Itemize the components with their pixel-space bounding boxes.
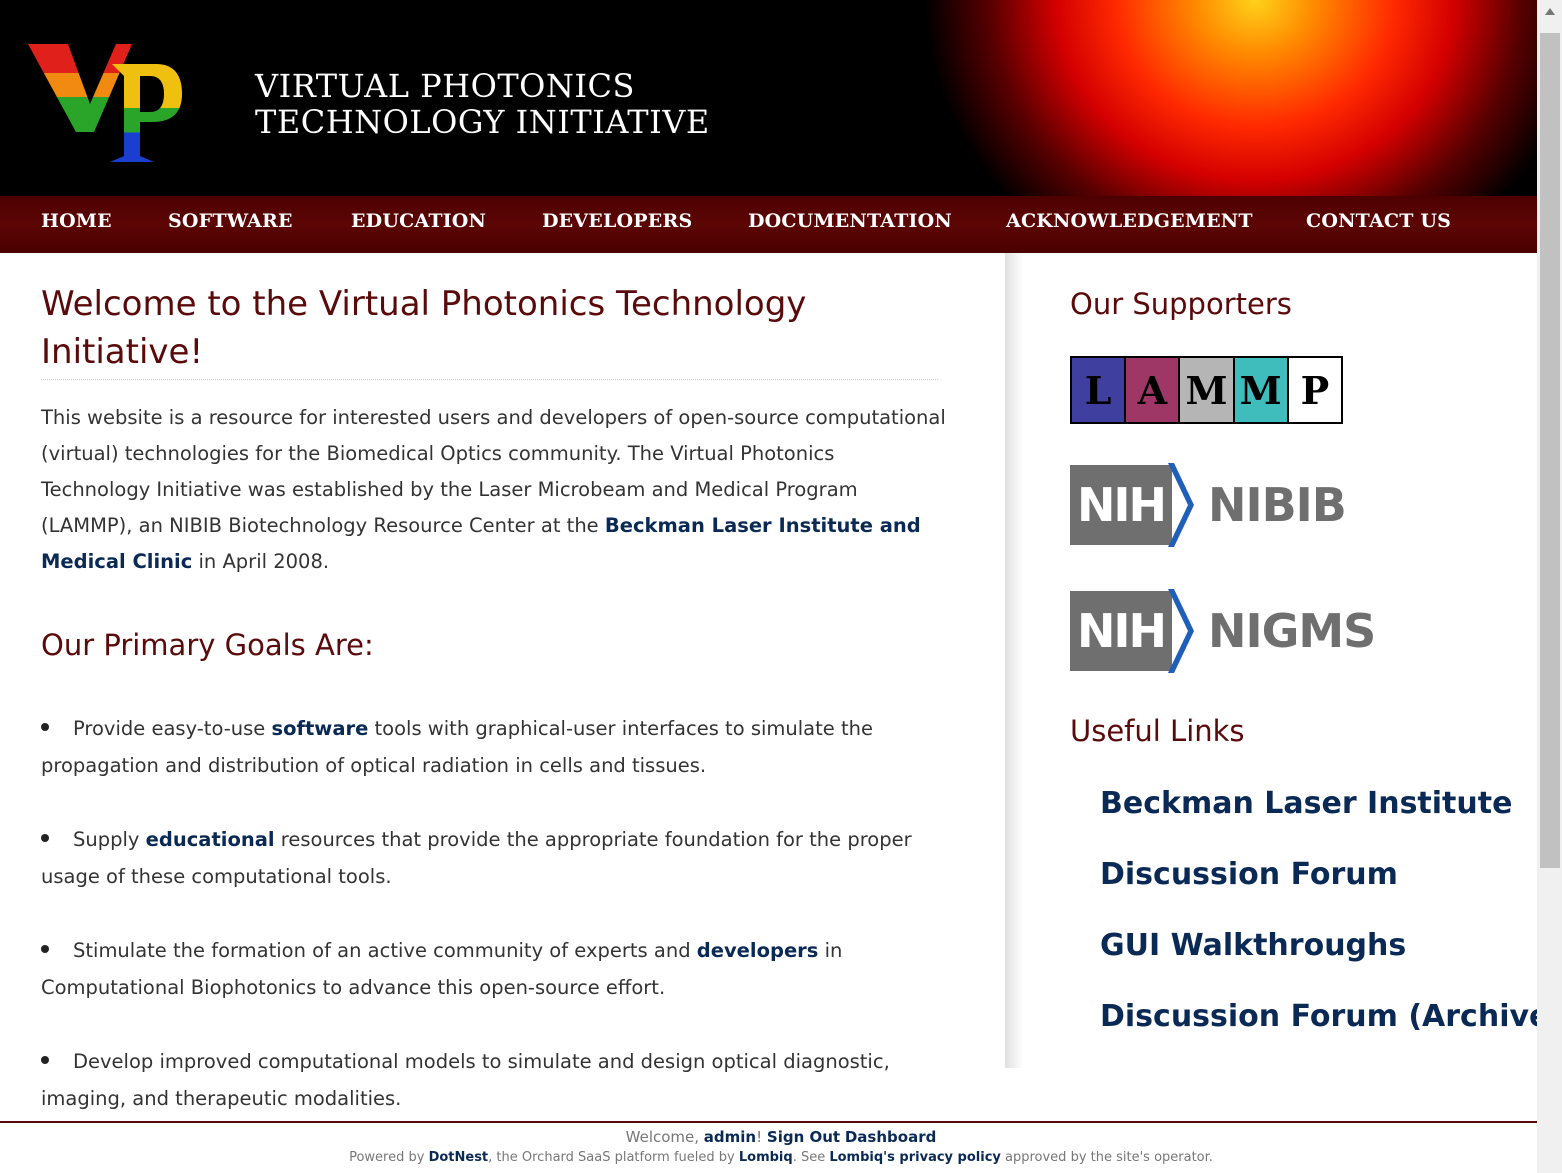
bullet-icon	[41, 833, 49, 842]
link-beckman-laser-institute[interactable]: Beckman Laser Institute	[1100, 786, 1512, 821]
goal-item: Stimulate the formation of an active com…	[41, 932, 921, 1006]
site-title[interactable]: VIRTUAL PHOTONICS TECHNOLOGY INITIATIVE	[255, 68, 710, 140]
main-navigation: HOME SOFTWARE EDUCATION DEVELOPERS DOCUM…	[0, 196, 1537, 253]
nav-contact-us[interactable]: CONTACT US	[1306, 210, 1451, 232]
approved-text: approved by the site's operator.	[1000, 1150, 1213, 1165]
nibib-text: NIBIB	[1208, 478, 1347, 532]
nih-nibib-logo[interactable]: NIH NIBIB	[1070, 463, 1347, 547]
link-discussion-forum-archive[interactable]: Discussion Forum (Archive)	[1100, 999, 1562, 1034]
lammp-letter: P	[1288, 358, 1342, 422]
lammp-letter: L	[1072, 358, 1127, 422]
goal-text: Stimulate the formation of an active com…	[73, 939, 697, 962]
developers-link[interactable]: developers	[697, 939, 819, 962]
lammp-letter: M	[1234, 358, 1289, 422]
powered-text: Powered by	[349, 1150, 429, 1165]
footer-divider	[0, 1121, 1537, 1123]
intro-text-end: in April 2008.	[192, 550, 330, 573]
nav-education[interactable]: EDUCATION	[351, 210, 486, 232]
nav-documentation[interactable]: DOCUMENTATION	[748, 210, 952, 232]
bullet-icon	[41, 722, 49, 731]
nav-home[interactable]: HOME	[41, 210, 112, 232]
scroll-up-icon[interactable]	[1545, 8, 1555, 15]
nih-nigms-logo[interactable]: NIH NIGMS	[1070, 589, 1376, 673]
intro-paragraph: This website is a resource for intereste…	[41, 400, 946, 580]
goal-item: Provide easy-to-use software tools with …	[41, 710, 921, 784]
sign-out-link[interactable]: Sign Out	[767, 1128, 840, 1146]
goal-item: Supply educational resources that provid…	[41, 821, 921, 895]
header-glow	[0, 0, 1537, 196]
goal-item: Develop improved computational models to…	[41, 1043, 921, 1117]
title-divider	[41, 379, 938, 380]
scrollbar-thumb[interactable]	[1540, 33, 1560, 868]
bullet-icon	[41, 1055, 49, 1064]
link-discussion-forum[interactable]: Discussion Forum	[1100, 857, 1398, 892]
lammp-letter: A	[1126, 358, 1181, 422]
dashboard-link[interactable]: Dashboard	[845, 1128, 936, 1146]
useful-links-heading: Useful Links	[1070, 714, 1245, 748]
supporters-heading: Our Supporters	[1070, 287, 1292, 321]
bullet-icon	[41, 944, 49, 953]
footer-user-bar: Welcome, admin! Sign Out Dashboard	[0, 1128, 1562, 1146]
site-header: VIRTUAL PHOTONICS TECHNOLOGY INITIATIVE	[0, 0, 1537, 196]
sidebar: Our Supporters L A M M P NIH NIBIB NIH N…	[1008, 253, 1562, 1122]
main-content: Welcome to the Virtual Photonics Technol…	[41, 280, 946, 376]
goal-text: Provide easy-to-use	[73, 717, 272, 740]
nav-software[interactable]: SOFTWARE	[168, 210, 293, 232]
lammp-letter: M	[1180, 358, 1235, 422]
lammp-logo[interactable]: L A M M P	[1070, 356, 1343, 424]
nih-chevron-icon	[1168, 589, 1194, 673]
nigms-text: NIGMS	[1208, 604, 1376, 658]
user-link[interactable]: admin	[704, 1128, 756, 1146]
goals-heading: Our Primary Goals Are:	[41, 628, 374, 662]
goal-text: Supply	[73, 828, 146, 851]
vp-logo[interactable]	[28, 36, 188, 168]
privacy-policy-link[interactable]: Lombiq's privacy policy	[829, 1150, 1001, 1165]
powered-mid-text: , the Orchard SaaS platform fueled by	[488, 1150, 739, 1165]
page-title: Welcome to the Virtual Photonics Technol…	[41, 284, 807, 372]
nih-badge: NIH	[1070, 591, 1172, 671]
software-link[interactable]: software	[272, 717, 369, 740]
nih-chevron-icon	[1168, 463, 1194, 547]
educational-link[interactable]: educational	[146, 828, 275, 851]
nih-badge: NIH	[1070, 465, 1172, 545]
dotnest-link[interactable]: DotNest	[429, 1150, 489, 1165]
site-title-line2: TECHNOLOGY INITIATIVE	[255, 103, 710, 141]
site-title-line1: VIRTUAL PHOTONICS	[255, 67, 635, 105]
nav-acknowledgement[interactable]: ACKNOWLEDGEMENT	[1006, 210, 1253, 232]
footer-powered-by: Powered by DotNest, the Orchard SaaS pla…	[0, 1150, 1562, 1165]
link-gui-walkthroughs[interactable]: GUI Walkthroughs	[1100, 928, 1406, 963]
lombiq-link[interactable]: Lombiq	[739, 1150, 793, 1165]
nav-developers[interactable]: DEVELOPERS	[542, 210, 692, 232]
goal-text: Develop improved computational models to…	[41, 1050, 890, 1110]
see-text: . See	[792, 1150, 830, 1165]
welcome-text: Welcome,	[625, 1128, 704, 1146]
exclaim-text: !	[756, 1128, 767, 1146]
